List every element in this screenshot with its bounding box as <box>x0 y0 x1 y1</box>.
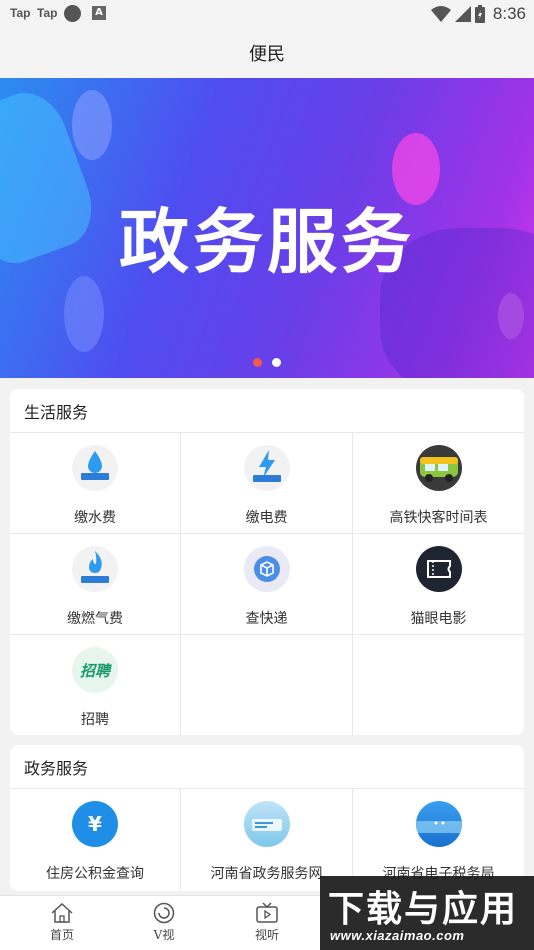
nav-audio-video[interactable]: 视听 <box>237 902 297 943</box>
service-label: 缴水费 <box>74 510 116 526</box>
promo-banner[interactable]: 政务服务 <box>0 78 534 378</box>
status-app-label-2: Tap <box>37 6 58 20</box>
service-train-schedule[interactable]: 高铁快客时间表 <box>353 433 524 534</box>
housing-fund-icon: ¥ <box>72 801 118 847</box>
watermark-title: 下载与应用 <box>328 889 519 930</box>
ticket-icon <box>415 546 462 592</box>
life-services-title: 生活服务 <box>10 389 524 433</box>
status-right: 8:36 <box>430 2 526 26</box>
nav-label: V视 <box>153 928 175 942</box>
a-notification-icon: A <box>92 6 106 20</box>
service-label: 河南省政务服务网 <box>210 866 323 882</box>
wifi-icon <box>430 6 451 22</box>
flame-icon <box>72 546 118 592</box>
tv-icon <box>256 902 278 923</box>
life-services-grid: 缴水费 缴电费 高铁快客时间表 缴燃气费 查快递 猫眼电影 招聘 招聘 <box>10 433 524 735</box>
banner-pagination <box>0 358 534 367</box>
nav-v-video[interactable]: V视 <box>134 902 194 943</box>
service-label: 缴燃气费 <box>67 611 123 627</box>
site-watermark: 下载与应用 www.xiazaimao.com <box>320 876 534 950</box>
service-express-tracking[interactable]: 查快递 <box>181 534 353 635</box>
service-label: 查快递 <box>245 611 288 627</box>
service-label: 招聘 <box>81 712 109 728</box>
gov-services-card: 政务服务 ¥ 住房公积金查询 河南省政务服务网 河南省电子税务局 <box>10 745 524 891</box>
banner-headline: 政务服务 <box>119 201 415 283</box>
status-bar: Tap Tap A 8:36 <box>0 0 534 28</box>
gov-services-title: 政务服务 <box>10 745 524 789</box>
empty-cell <box>181 635 353 735</box>
gov-services-grid: ¥ 住房公积金查询 河南省政务服务网 河南省电子税务局 <box>10 789 524 890</box>
page-title: 便民 <box>249 44 285 65</box>
service-recruitment[interactable]: 招聘 招聘 <box>10 635 181 735</box>
recruit-icon: 招聘 <box>72 647 118 693</box>
banner-dot-active[interactable] <box>253 358 262 367</box>
service-housing-fund[interactable]: ¥ 住房公积金查询 <box>10 789 181 890</box>
nav-label: 视听 <box>254 928 279 942</box>
service-label: 缴电费 <box>245 510 288 526</box>
recruit-badge-text: 招聘 <box>79 661 110 680</box>
nav-home[interactable]: 首页 <box>32 902 92 943</box>
service-label: 住房公积金查询 <box>46 866 144 882</box>
gov-web-icon <box>243 801 290 847</box>
lightning-icon <box>243 445 290 491</box>
nav-label: 首页 <box>49 928 74 942</box>
water-drop-icon <box>72 445 118 491</box>
page-header: 便民 <box>0 28 534 78</box>
banner-dot[interactable] <box>272 358 281 367</box>
banner-decor-bubble <box>72 90 112 160</box>
life-services-card: 生活服务 缴水费 缴电费 高铁快客时间表 缴燃气费 查快递 猫眼电影 招聘 招聘 <box>10 389 524 735</box>
service-gas-fee[interactable]: 缴燃气费 <box>10 534 181 635</box>
signal-icon <box>454 6 471 22</box>
service-label: 猫眼电影 <box>410 611 467 627</box>
v-video-icon <box>153 902 175 924</box>
service-henan-tax-bureau[interactable]: 河南省电子税务局 <box>353 789 524 890</box>
service-water-fee[interactable]: 缴水费 <box>10 433 181 534</box>
top-bar: Tap Tap A 8:36 便民 <box>0 0 534 78</box>
banner-decor-bubble <box>64 276 104 352</box>
service-label: 高铁快客时间表 <box>389 510 488 526</box>
home-icon <box>51 902 73 923</box>
housing-fund-symbol: ¥ <box>88 812 102 836</box>
package-icon <box>243 546 290 592</box>
service-maoyan-movie[interactable]: 猫眼电影 <box>353 534 524 635</box>
status-app-label-1: Tap <box>10 6 31 20</box>
bus-icon <box>415 445 462 491</box>
tax-bureau-icon <box>415 801 462 847</box>
service-henan-gov-web[interactable]: 河南省政务服务网 <box>181 789 353 890</box>
watermark-url: www.xiazaimao.com <box>330 928 465 943</box>
battery-icon <box>474 5 485 23</box>
service-electric-fee[interactable]: 缴电费 <box>181 433 353 534</box>
status-time: 8:36 <box>492 4 526 23</box>
app-notification-icon <box>64 5 81 22</box>
empty-cell <box>353 635 524 735</box>
